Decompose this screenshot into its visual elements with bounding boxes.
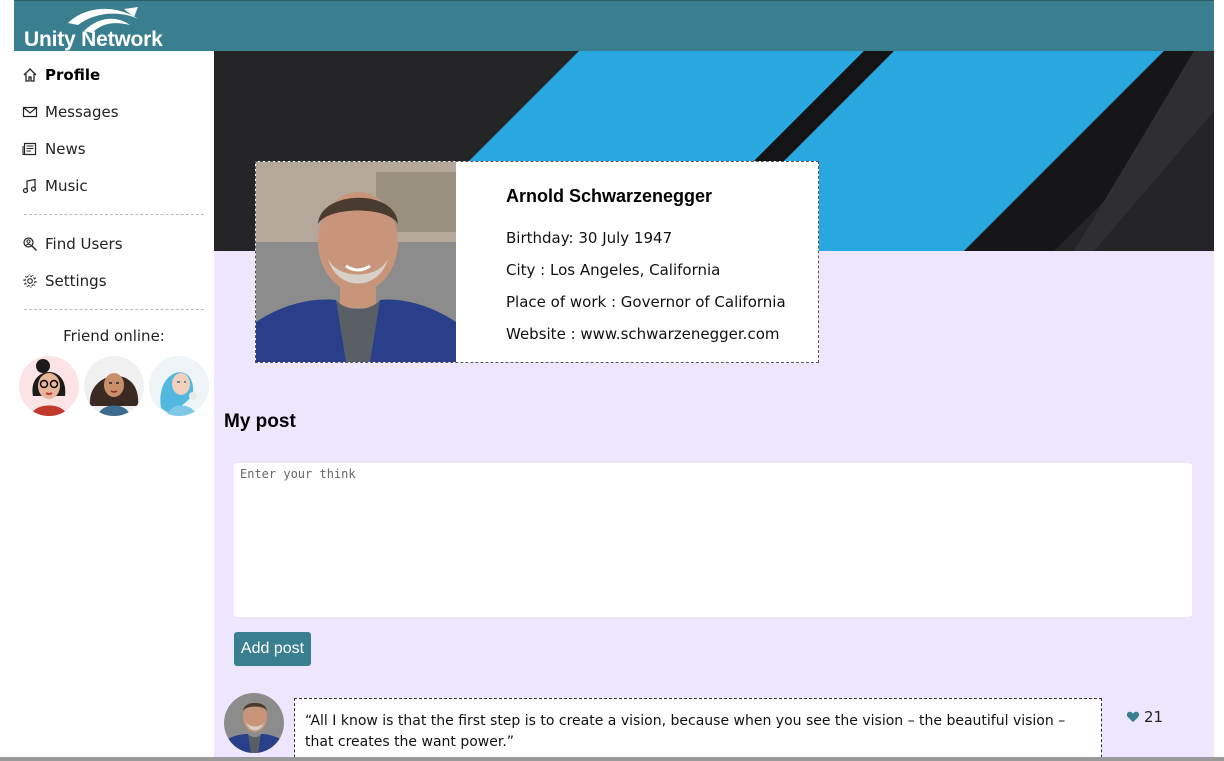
nav-label: News: [45, 140, 86, 158]
nav-label: Find Users: [45, 235, 123, 253]
post-likes-count: 21: [1144, 708, 1164, 726]
nav-label: Profile: [45, 66, 101, 84]
sidebar-divider: [24, 309, 204, 310]
post-like-button[interactable]: 21: [1126, 708, 1163, 726]
sidebar-divider: [24, 214, 204, 215]
friend-avatar-image: [149, 356, 209, 416]
friend-avatar-image: [19, 356, 79, 416]
post-avatar: [224, 693, 284, 753]
nav-item-news[interactable]: News: [22, 136, 86, 162]
user-search-icon: [23, 237, 37, 251]
music-note-icon: [22, 178, 37, 194]
profile-name: Arnold Schwarzenegger: [506, 186, 713, 206]
nav-label: Settings: [45, 272, 107, 290]
profile-website[interactable]: Website : www.schwarzenegger.com: [506, 325, 786, 345]
profile-city: City : Los Angeles, California: [506, 261, 721, 279]
profile-info: Arnold Schwarzenegger Birthday: 30 July …: [506, 186, 786, 357]
nav-item-settings[interactable]: Settings: [22, 268, 107, 294]
gear-icon: [23, 274, 37, 288]
newspaper-icon: [22, 142, 37, 156]
my-post-title: My post: [224, 411, 296, 432]
logo[interactable]: Unity Network: [22, 3, 182, 51]
post-text: “All I know is that the first step is to…: [294, 698, 1102, 761]
profile-photo: [256, 162, 456, 362]
friends-online-title: Friend online:: [63, 327, 165, 345]
friend-avatar-image: [84, 356, 144, 416]
home-icon: [23, 68, 37, 82]
friend-avatar[interactable]: [84, 356, 144, 416]
nav-item-messages[interactable]: Messages: [22, 99, 119, 125]
app-header: Unity Network: [14, 0, 1214, 52]
friend-avatar[interactable]: [149, 356, 209, 416]
app-name: Unity Network: [24, 28, 163, 51]
post-item: “All I know is that the first step is to…: [224, 693, 1204, 761]
profile-work: Place of work : Governor of California: [506, 293, 786, 311]
heart-icon: [1126, 711, 1140, 723]
profile-photo-image: [256, 162, 456, 362]
add-post-button[interactable]: Add post: [234, 632, 311, 666]
window-bottom-bar: [0, 757, 1224, 761]
nav-label: Music: [45, 177, 88, 195]
sidebar: Profile Messages News Music Find Users S…: [14, 51, 214, 761]
nav-item-find-users[interactable]: Find Users: [22, 231, 123, 257]
nav-item-music[interactable]: Music: [22, 173, 88, 199]
post-input[interactable]: [234, 463, 1192, 617]
profile-card: Arnold Schwarzenegger Birthday: 30 July …: [255, 161, 819, 363]
nav-item-profile[interactable]: Profile: [22, 62, 100, 88]
envelope-icon: [22, 106, 38, 118]
friend-avatar[interactable]: [19, 356, 79, 416]
main-content: Arnold Schwarzenegger Birthday: 30 July …: [214, 51, 1214, 761]
post-avatar-image: [224, 693, 284, 753]
profile-birthday: Birthday: 30 July 1947: [506, 229, 673, 247]
nav-label: Messages: [45, 103, 119, 121]
